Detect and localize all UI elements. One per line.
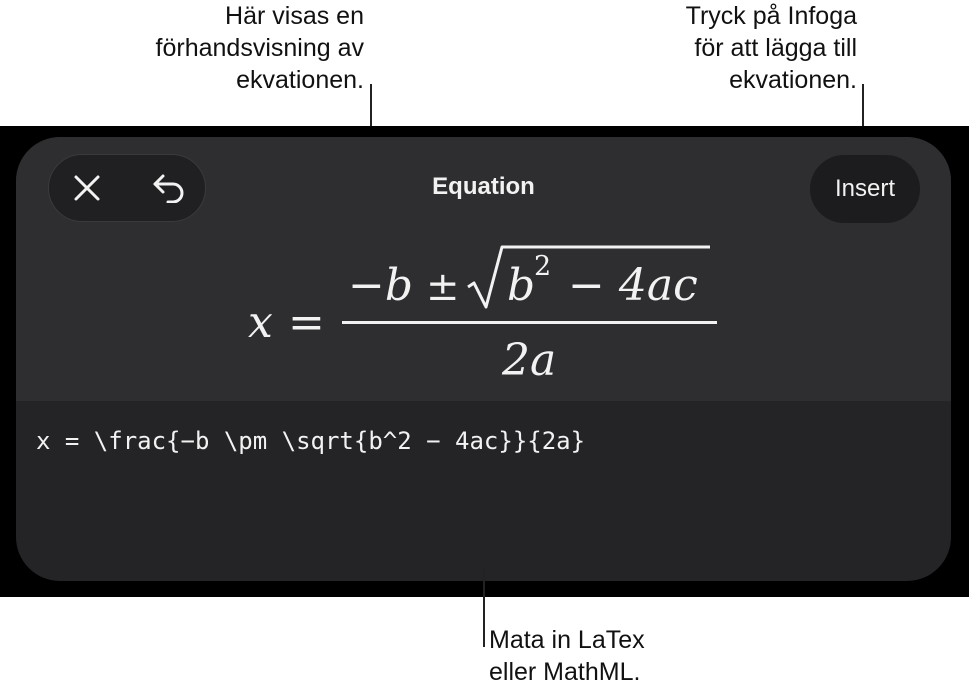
- fraction-bar: [342, 321, 717, 324]
- numerator-plus-minus: ±: [426, 264, 460, 310]
- callout-input-line-1: Mata in LaTex: [489, 626, 645, 654]
- callout-preview-line-3: ekvationen.: [236, 66, 364, 94]
- radicand-rest: − 4ac: [568, 260, 698, 311]
- latex-input[interactable]: x = \frac{−b \pm \sqrt{b^2 − 4ac}}{2a}: [36, 427, 926, 557]
- equation-denominator: 2a: [501, 335, 556, 386]
- numerator-minus-b: −b: [348, 260, 413, 311]
- callout-preview-line-2: förhandsvisning av: [155, 34, 364, 62]
- leader-line-input: [483, 567, 485, 647]
- callout-insert: Tryck på Infoga för att lägga till ekvat…: [686, 0, 857, 96]
- callout-insert-line-2: för att lägga till: [694, 34, 857, 62]
- preview-area: Equation Insert x = −b ± b 2 − 4ac 2a: [16, 137, 951, 401]
- callout-preview-line-1: Här visas en: [225, 2, 364, 30]
- screenshot-frame: Equation Insert x = −b ± b 2 − 4ac 2a x …: [0, 126, 969, 597]
- radicand-base: b: [507, 260, 535, 311]
- callout-insert-line-3: ekvationen.: [729, 66, 857, 94]
- callout-input: Mata in LaTex eller MathML.: [489, 624, 645, 688]
- equation-preview: x = −b ± b 2 − 4ac 2a: [248, 245, 717, 386]
- callout-preview: Här visas en förhandsvisning av ekvation…: [156, 0, 364, 96]
- equation-lhs: x: [248, 297, 273, 348]
- callout-insert-line-1: Tryck på Infoga: [685, 2, 857, 30]
- equation-panel: Equation Insert x = −b ± b 2 − 4ac 2a x …: [16, 137, 951, 581]
- radicand-exponent: 2: [534, 251, 551, 282]
- equation-equals: =: [288, 297, 325, 348]
- callout-input-line-2: eller MathML.: [489, 658, 641, 686]
